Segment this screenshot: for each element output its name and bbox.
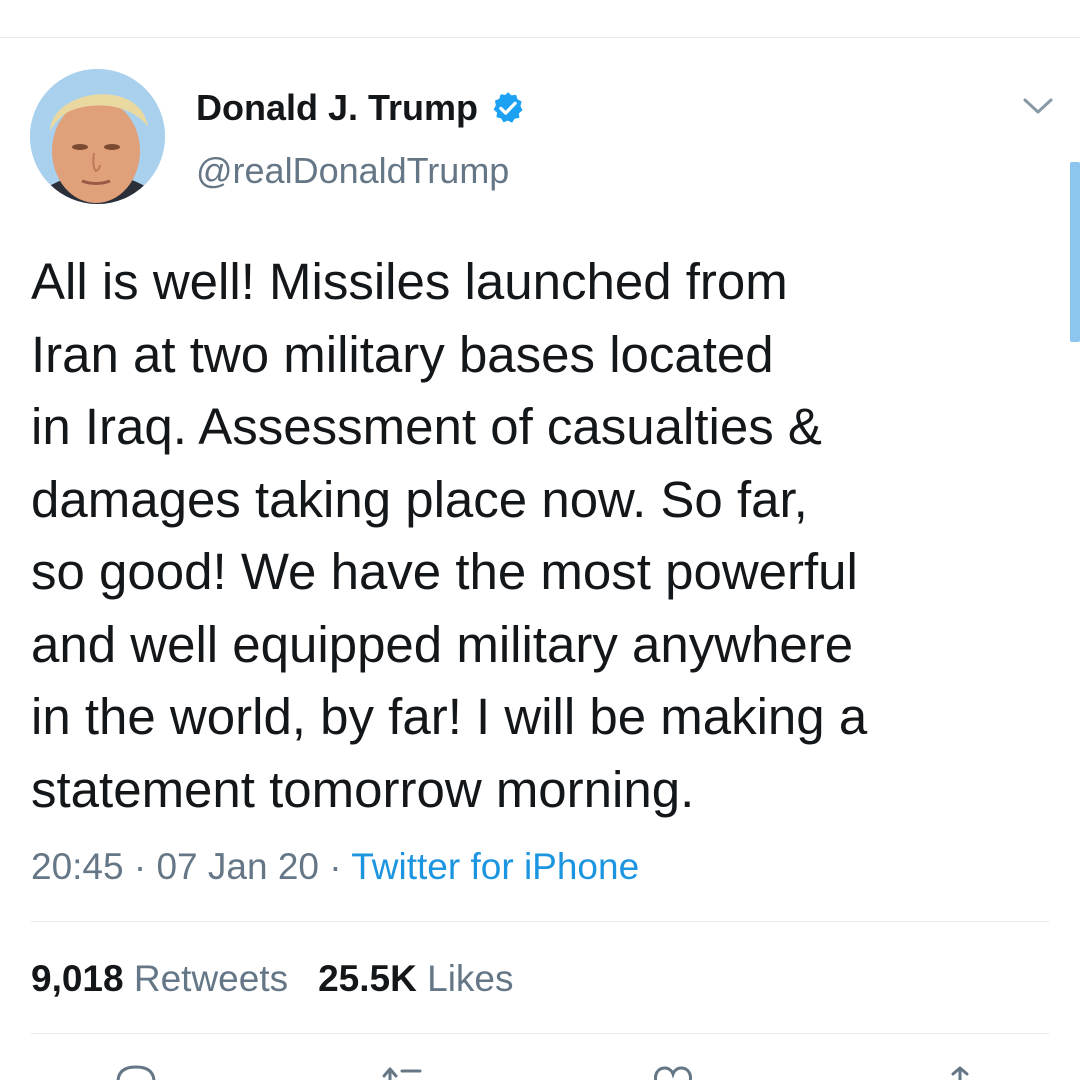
tweet-time: 20:45 [31, 846, 124, 887]
tweet-screen: Donald J. Trump @realDonaldTrump All is … [0, 0, 1080, 1080]
tweet-text-line: so good! We have the most powerful [31, 543, 858, 600]
avatar-image [30, 69, 165, 204]
tweet-text-line: All is well! Missiles launched from [31, 253, 788, 310]
tweet-text-line: and well equipped military anywhere [31, 615, 854, 673]
meta-separator: · [329, 846, 342, 887]
retweets-label: Retweets [133, 958, 289, 999]
tweet-text-line: damages taking place now. So far, [31, 470, 808, 528]
tweet-meta: 20:45 · 07 Jan 20 · Twitter for iPhone [31, 843, 639, 891]
tweet-text-line: in Iraq. Assessment of casualties & [31, 398, 822, 455]
avatar[interactable] [30, 69, 165, 204]
top-divider [0, 37, 1080, 38]
retweet-icon[interactable] [380, 1064, 426, 1080]
tweet-text-line: Iran at two military bases located [31, 325, 774, 383]
user-handle[interactable]: @realDonaldTrump [196, 150, 509, 192]
tweet-date: 07 Jan 20 [156, 846, 320, 887]
stats-bottom-divider [31, 1033, 1049, 1034]
share-icon[interactable] [940, 1064, 980, 1080]
tweet-stats: 9,018 Retweets 25.5K Likes [31, 955, 514, 1003]
chevron-down-icon[interactable] [1020, 94, 1056, 118]
retweets-stat[interactable]: 9,018 Retweets [31, 958, 288, 999]
reply-icon[interactable] [112, 1064, 160, 1080]
like-icon[interactable] [650, 1064, 696, 1080]
likes-count: 25.5K [318, 958, 417, 999]
display-name-row[interactable]: Donald J. Trump [196, 86, 526, 130]
stats-top-divider [31, 921, 1049, 922]
display-name[interactable]: Donald J. Trump [196, 87, 478, 129]
tweet-text-line: statement tomorrow morning. [31, 760, 695, 818]
tweet-text-line: in the world, by far! I will be making a [31, 688, 868, 745]
tweet-text: All is well! Missiles launched from Iran… [31, 246, 1031, 826]
scrollbar-thumb[interactable] [1070, 162, 1080, 342]
likes-label: Likes [427, 958, 514, 999]
retweets-count: 9,018 [31, 958, 124, 999]
tweet-source-link[interactable]: Twitter for iPhone [351, 846, 639, 887]
likes-stat[interactable]: 25.5K Likes [318, 958, 513, 999]
meta-separator: · [133, 846, 147, 887]
verified-badge-icon [493, 92, 523, 123]
